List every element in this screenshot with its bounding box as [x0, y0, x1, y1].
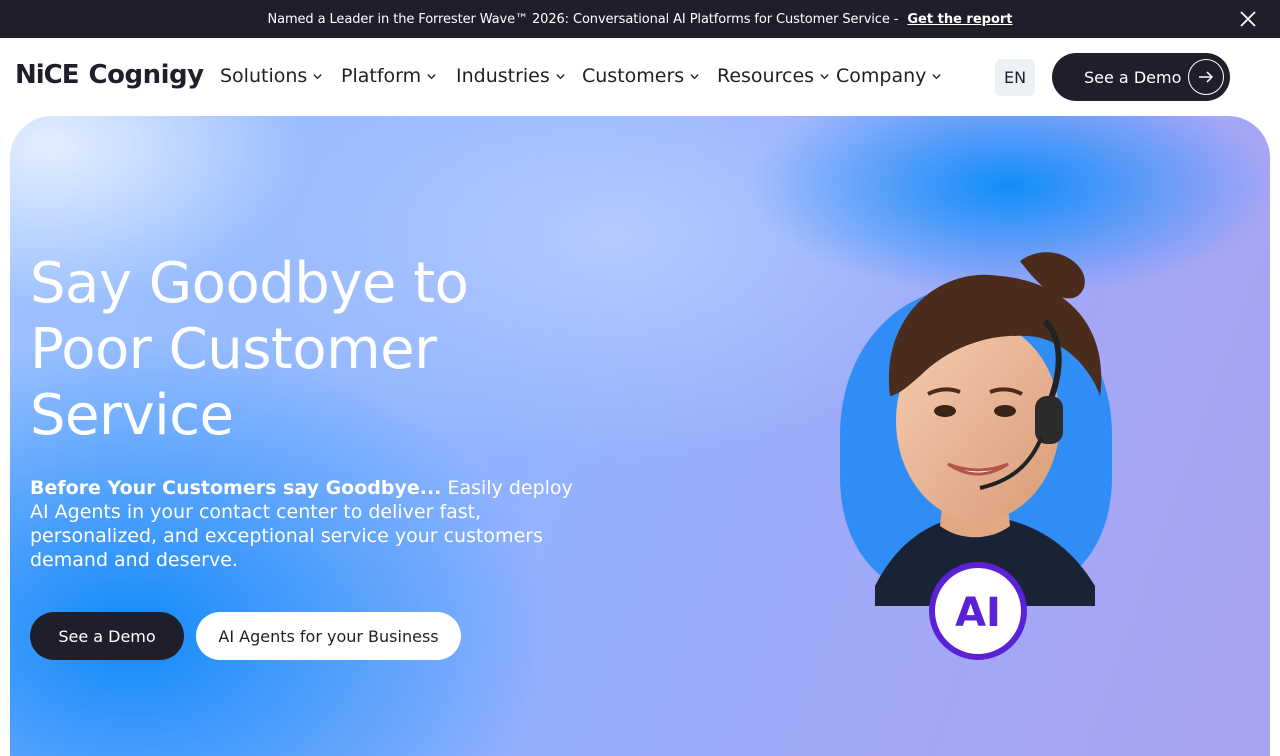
- nav-item-customers[interactable]: Customers: [582, 65, 717, 87]
- hero-description: Before Your Customers say Goodbye... Eas…: [30, 476, 590, 572]
- header-see-demo-button[interactable]: See a Demo: [1052, 53, 1230, 101]
- ai-agents-business-button[interactable]: AI Agents for your Business: [196, 612, 461, 660]
- chevron-down-icon: [427, 73, 436, 79]
- logo-nice: NiCE: [15, 60, 80, 90]
- announcement-text: Named a Leader in the Forrester Wave™ 20…: [267, 11, 899, 27]
- ai-badge-text: AI: [955, 590, 1001, 636]
- header-demo-label: See a Demo: [1084, 67, 1182, 87]
- nav-label: Solutions: [220, 65, 308, 87]
- nav-label: Resources: [717, 65, 815, 87]
- chevron-down-icon: [690, 73, 699, 79]
- logo-cognigy: Cognigy: [88, 60, 205, 90]
- nav-label: Platform: [341, 65, 422, 87]
- nav-item-resources[interactable]: Resources: [717, 65, 836, 87]
- chevron-down-icon: [820, 73, 829, 79]
- nav-label: Company: [836, 65, 927, 87]
- chevron-down-icon: [313, 73, 322, 79]
- nav-item-company[interactable]: Company: [836, 65, 946, 87]
- nav-item-solutions[interactable]: Solutions: [220, 65, 341, 87]
- chevron-down-icon: [932, 73, 942, 79]
- agent-portrait: AI: [840, 252, 1112, 660]
- nav-item-industries[interactable]: Industries: [456, 65, 582, 87]
- announcement-bar: Named a Leader in the Forrester Wave™ 20…: [0, 0, 1280, 38]
- get-report-link[interactable]: Get the report: [907, 12, 1012, 27]
- nav-label: Customers: [582, 65, 685, 87]
- language-selector[interactable]: EN: [995, 59, 1035, 96]
- nav-label: Industries: [456, 65, 550, 87]
- arrow-right-icon: [1188, 59, 1224, 95]
- chevron-down-icon: [556, 73, 565, 79]
- hero-headline: Say Goodbye to Poor Customer Service: [30, 251, 469, 448]
- hero-section: Say Goodbye to Poor Customer Service Bef…: [10, 116, 1270, 756]
- nav-item-platform[interactable]: Platform: [341, 65, 456, 87]
- hero-lead-bold: Before Your Customers say Goodbye...: [30, 477, 442, 499]
- hero-see-demo-button[interactable]: See a Demo: [30, 612, 184, 660]
- site-header: NiCE Cognigy Solutions Platform Industri…: [0, 38, 1280, 116]
- close-icon[interactable]: [1238, 9, 1258, 29]
- logo[interactable]: NiCE Cognigy: [15, 60, 204, 94]
- main-nav: Solutions Platform Industries Customers …: [220, 65, 946, 87]
